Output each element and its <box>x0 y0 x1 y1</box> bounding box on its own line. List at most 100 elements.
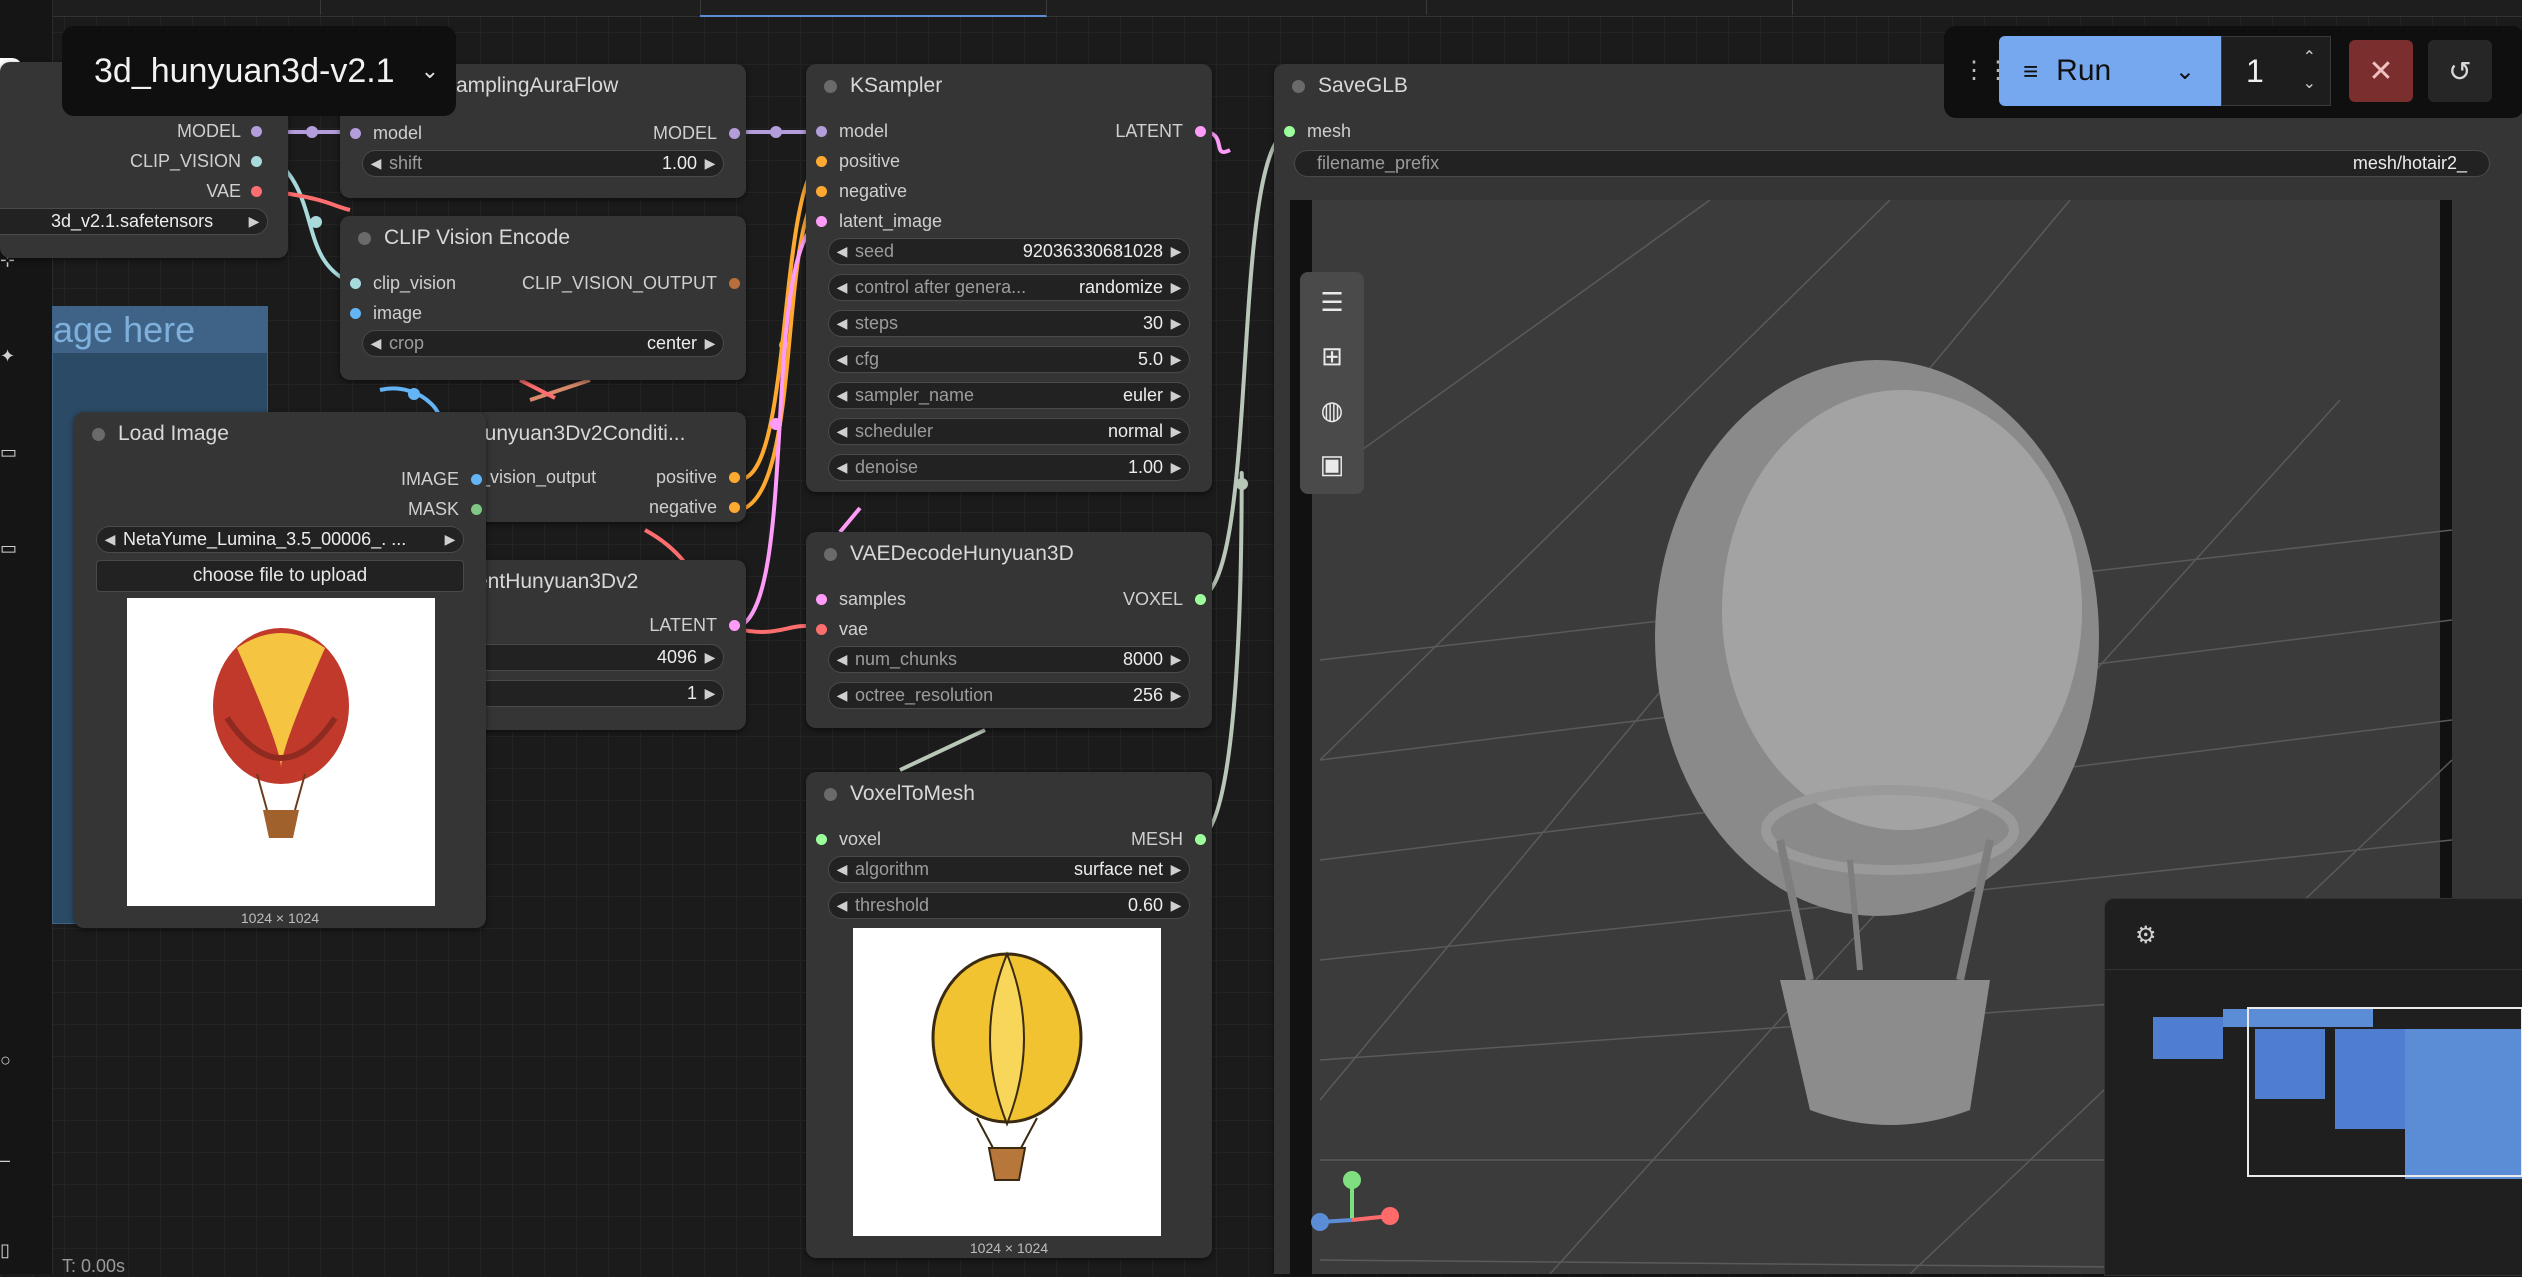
arrow-left-icon[interactable]: ◀ <box>829 897 855 914</box>
arrow-left-icon[interactable]: ◀ <box>829 459 855 476</box>
arrow-right-icon[interactable]: ▶ <box>697 649 723 666</box>
arrow-left-icon[interactable]: ◀ <box>829 243 855 260</box>
arrow-right-icon[interactable]: ▶ <box>697 155 723 172</box>
arrow-left-icon[interactable]: ◀ <box>97 531 123 548</box>
workflow-title[interactable]: 3d_hunyuan3d-v2.1 ⌄ <box>62 26 456 116</box>
shift-widget[interactable]: ◀ shift 1.00 ▶ <box>362 150 724 177</box>
input-negative[interactable]: negative <box>816 180 907 202</box>
denoise-widget[interactable]: ◀ denoise 1.00 ▶ <box>828 454 1190 481</box>
arrow-right-icon[interactable]: ▶ <box>697 685 723 702</box>
arrow-left-icon[interactable]: ◀ <box>829 687 855 704</box>
arrow-left-icon[interactable]: ◀ <box>829 651 855 668</box>
output-clip-vision[interactable]: CLIP_VISION <box>130 150 262 172</box>
input-voxel[interactable]: voxel <box>816 828 881 850</box>
input-positive[interactable]: positive <box>816 150 900 172</box>
arrow-left-icon[interactable]: ◀ <box>363 335 389 352</box>
collapse-dot-icon[interactable] <box>358 232 371 245</box>
arrow-right-icon[interactable]: ▶ <box>697 335 723 352</box>
output-clip-vision-output[interactable]: CLIP_VISION_OUTPUT <box>522 272 740 294</box>
slot-dot-icon[interactable] <box>729 619 740 631</box>
arrow-left-icon[interactable]: ◀ <box>829 423 855 440</box>
arrow-right-icon[interactable]: ▶ <box>1163 315 1189 332</box>
output-voxel[interactable]: VOXEL <box>1123 588 1206 610</box>
load-image-node[interactable]: Load Image IMAGE MASK ◀ NetaYume_Lumina_… <box>74 412 486 928</box>
output-mesh[interactable]: MESH <box>1131 828 1206 850</box>
vae-decode-hunyuan3d-node[interactable]: VAEDecodeHunyuan3D samples vae VOXEL ◀ nu… <box>806 532 1212 728</box>
queue-history-button[interactable]: ↺ <box>2428 40 2492 102</box>
output-latent[interactable]: LATENT <box>1115 120 1206 142</box>
cfg-widget[interactable]: ◀ cfg 5.0 ▶ <box>828 346 1190 373</box>
arrow-right-icon[interactable]: ▶ <box>1163 651 1189 668</box>
slot-dot-icon[interactable] <box>816 185 827 197</box>
algorithm-widget[interactable]: ◀ algorithm surface net ▶ <box>828 856 1190 883</box>
chevron-down-icon[interactable]: ⌄ <box>421 58 439 84</box>
slot-dot-icon[interactable] <box>251 155 262 167</box>
seed-widget[interactable]: ◀ seed 92036330681028 ▶ <box>828 238 1190 265</box>
arrow-left-icon[interactable]: ◀ <box>363 155 389 172</box>
voxel-to-mesh-node[interactable]: VoxelToMesh voxel MESH ◀ algorithm surface… <box>806 772 1212 1258</box>
grid-icon[interactable]: ⊞ <box>1316 340 1348 372</box>
clip-vision-encode-node[interactable]: CLIP Vision Encode clip_vision image CLI… <box>340 216 746 380</box>
slot-dot-icon[interactable] <box>816 215 827 227</box>
slot-dot-icon[interactable] <box>251 125 262 137</box>
menu-icon[interactable]: ☰ <box>1316 286 1348 318</box>
collapse-dot-icon[interactable] <box>824 788 837 801</box>
control-after-generate-widget[interactable]: ◀ control after genera... randomize ▶ <box>828 274 1190 301</box>
output-positive[interactable]: positive <box>656 466 740 488</box>
slot-dot-icon[interactable] <box>729 501 740 513</box>
slot-dot-icon[interactable] <box>729 277 740 289</box>
slot-dot-icon[interactable] <box>816 833 827 845</box>
upload-button[interactable]: choose file to upload <box>96 560 464 592</box>
collapse-dot-icon[interactable] <box>92 428 105 441</box>
arrow-left-icon[interactable]: ◀ <box>829 279 855 296</box>
arrow-right-icon[interactable]: ▶ <box>241 213 267 230</box>
chevron-down-icon[interactable]: ⌄ <box>2175 57 2195 86</box>
num-chunks-widget[interactable]: ◀ num_chunks 8000 ▶ <box>828 646 1190 673</box>
collapse-dot-icon[interactable] <box>824 80 837 93</box>
ckpt-name-widget[interactable]: 3d_v2.1.safetensors ▶ <box>0 208 268 235</box>
output-negative[interactable]: negative <box>649 496 740 518</box>
slot-dot-icon[interactable] <box>471 473 482 485</box>
slot-dot-icon[interactable] <box>471 503 482 515</box>
filename-prefix-input[interactable]: filename_prefix mesh/hotair2_ <box>1294 150 2490 177</box>
cancel-button[interactable]: ✕ <box>2349 40 2413 102</box>
slot-dot-icon[interactable] <box>1195 593 1206 605</box>
arrow-right-icon[interactable]: ▶ <box>1163 459 1189 476</box>
slot-dot-icon[interactable] <box>729 471 740 483</box>
arrow-left-icon[interactable]: ◀ <box>829 315 855 332</box>
minimap-settings-icon[interactable]: ⚙ <box>2135 921 2157 950</box>
slot-dot-icon[interactable] <box>1284 125 1295 137</box>
ksampler-node[interactable]: KSampler model positive negative latent_… <box>806 64 1212 492</box>
collapse-dot-icon[interactable] <box>1292 80 1305 93</box>
arrow-right-icon[interactable]: ▶ <box>1163 279 1189 296</box>
image-select-widget[interactable]: ◀ NetaYume_Lumina_3.5_00006_. ... ▶ <box>96 526 464 553</box>
output-model[interactable]: MODEL <box>177 120 262 142</box>
output-latent[interactable]: LATENT <box>649 614 740 636</box>
output-mask[interactable]: MASK <box>408 498 482 520</box>
slot-dot-icon[interactable] <box>1195 833 1206 845</box>
input-samples[interactable]: samples <box>816 588 906 610</box>
slot-dot-icon[interactable] <box>816 125 827 137</box>
arrow-right-icon[interactable]: ▶ <box>1163 897 1189 914</box>
scheduler-widget[interactable]: ◀ scheduler normal ▶ <box>828 418 1190 445</box>
arrow-right-icon[interactable]: ▶ <box>1163 687 1189 704</box>
slot-dot-icon[interactable] <box>350 307 361 319</box>
minimap-viewport[interactable] <box>2247 1007 2522 1177</box>
arrow-left-icon[interactable]: ◀ <box>829 351 855 368</box>
input-model[interactable]: model <box>350 122 422 144</box>
slot-dot-icon[interactable] <box>816 623 827 635</box>
slot-dot-icon[interactable] <box>251 185 262 197</box>
minimap-panel[interactable]: ⚙ <box>2104 898 2522 1276</box>
image-icon[interactable]: ▣ <box>1316 448 1348 480</box>
output-model[interactable]: MODEL <box>653 122 740 144</box>
octree-resolution-widget[interactable]: ◀ octree_resolution 256 ▶ <box>828 682 1190 709</box>
slot-dot-icon[interactable] <box>350 277 361 289</box>
slot-dot-icon[interactable] <box>350 127 361 139</box>
output-vae[interactable]: VAE <box>206 180 262 202</box>
arrow-right-icon[interactable]: ▶ <box>1163 243 1189 260</box>
slot-dot-icon[interactable] <box>1195 125 1206 137</box>
steps-widget[interactable]: ◀ steps 30 ▶ <box>828 310 1190 337</box>
arrow-right-icon[interactable]: ▶ <box>1163 861 1189 878</box>
arrow-right-icon[interactable]: ▶ <box>1163 351 1189 368</box>
crop-widget[interactable]: ◀ crop center ▶ <box>362 330 724 357</box>
